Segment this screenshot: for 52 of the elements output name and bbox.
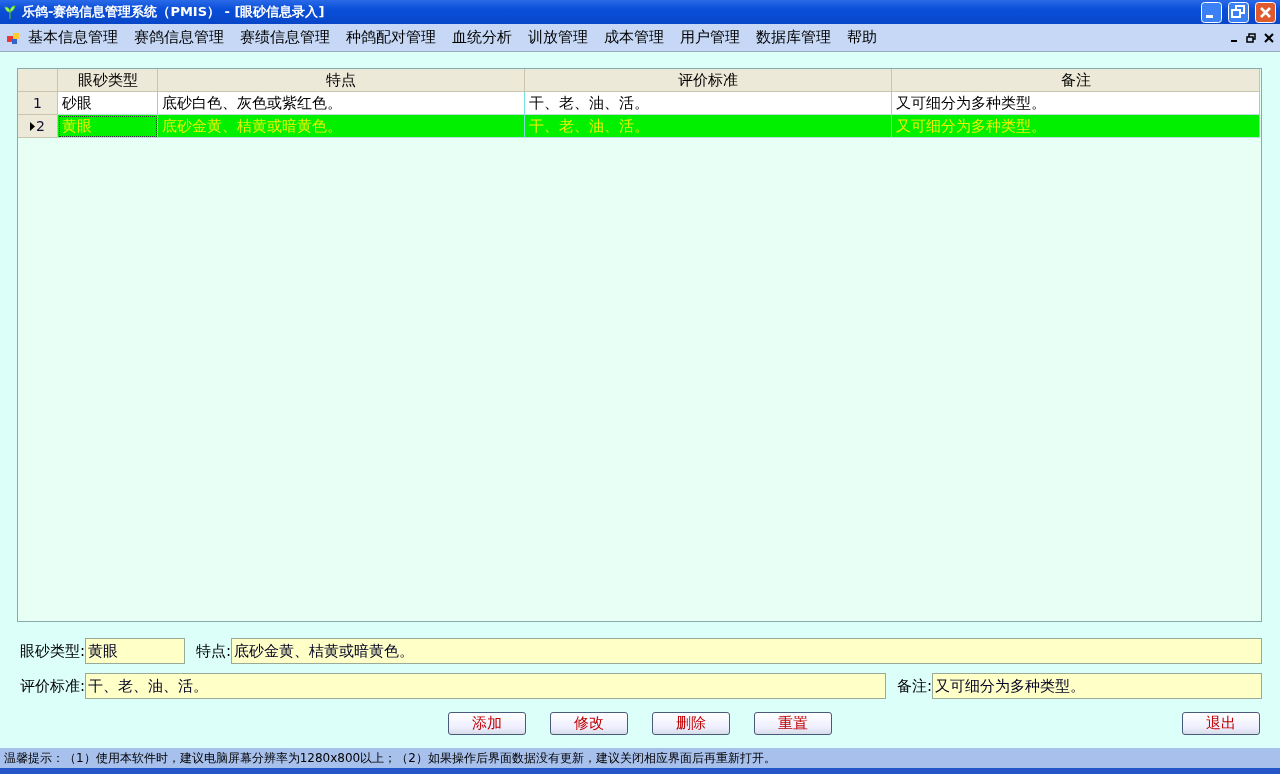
column-header[interactable]: 眼砂类型 — [58, 69, 158, 92]
column-header[interactable]: 特点 — [158, 69, 525, 92]
current-row-icon — [30, 121, 36, 131]
table-cell: 底砂金黄、桔黄或暗黄色。 — [158, 115, 525, 138]
table-cell: 又可细分为多种类型。 — [892, 115, 1260, 138]
column-header[interactable]: 备注 — [892, 69, 1260, 92]
menu-item[interactable]: 赛鸽信息管理 — [126, 28, 232, 47]
table-cell: 又可细分为多种类型。 — [892, 92, 1260, 115]
table-cell: 干、老、油、活。 — [525, 92, 892, 115]
input-field[interactable]: 黄眼 — [85, 638, 186, 664]
table-cell: 底砂白色、灰色或紫红色。 — [158, 92, 525, 115]
column-header[interactable]: 评价标准 — [525, 69, 892, 92]
table-row[interactable]: 2 黄眼 底砂金黄、桔黄或暗黄色。 干、老、油、活。 又可细分为多种类型。 — [18, 115, 1261, 138]
table-row[interactable]: 1 砂眼 底砂白色、灰色或紫红色。 干、老、油、活。 又可细分为多种类型。 — [18, 92, 1261, 115]
window-title: 乐鸽-赛鸽信息管理系统（PMIS） - [眼砂信息录入] — [22, 3, 326, 21]
action-button[interactable]: 重置 — [754, 712, 832, 735]
menu-item[interactable]: 血统分析 — [444, 28, 520, 47]
menu-item[interactable]: 赛绩信息管理 — [232, 28, 338, 47]
action-button[interactable]: 修改 — [550, 712, 628, 735]
action-button[interactable]: 退出 — [1182, 712, 1260, 735]
table-cell: 黄眼 — [58, 115, 158, 138]
row-number: 2 — [36, 118, 45, 134]
input-field[interactable]: 干、老、油、活。 — [85, 673, 886, 699]
row-number: 1 — [33, 95, 42, 111]
restore-button[interactable] — [1228, 1, 1249, 23]
menu-item[interactable]: 基本信息管理 — [20, 28, 126, 47]
leaf-icon — [4, 5, 16, 19]
row-header[interactable]: 2 — [18, 115, 58, 138]
close-icon[interactable] — [1264, 32, 1274, 43]
header-corner — [18, 69, 58, 92]
app-icon — [6, 30, 20, 45]
menu-item[interactable]: 成本管理 — [596, 28, 672, 47]
field-label: 特点: — [195, 641, 232, 661]
table-cell: 砂眼 — [58, 92, 158, 115]
menu-item[interactable]: 种鸽配对管理 — [338, 28, 444, 47]
status-text: 温馨提示：（1）使用本软件时，建议电脑屏幕分辨率为1280x800以上；（2）如果操作后界面数据没有更新，建议关闭相应界面后再重新打开。 — [4, 749, 776, 767]
action-button[interactable]: 删除 — [652, 712, 730, 735]
row-header[interactable]: 1 — [18, 92, 58, 115]
field-label: 评价标准: — [19, 676, 86, 696]
table-cell: 干、老、油、活。 — [525, 115, 892, 138]
input-field[interactable]: 又可细分为多种类型。 — [932, 673, 1262, 699]
menu-item[interactable]: 数据库管理 — [748, 28, 839, 47]
field-label: 眼砂类型: — [19, 641, 86, 661]
restore-icon[interactable] — [1246, 32, 1256, 43]
close-button[interactable] — [1255, 1, 1276, 23]
menu-item[interactable]: 训放管理 — [520, 28, 596, 47]
action-button[interactable]: 添加 — [448, 712, 526, 735]
minimize-button[interactable] — [1201, 1, 1222, 23]
menu-item[interactable]: 帮助 — [839, 28, 885, 47]
menu-item[interactable]: 用户管理 — [672, 28, 748, 47]
field-label: 备注: — [895, 676, 932, 696]
input-field[interactable]: 底砂金黄、桔黄或暗黄色。 — [231, 638, 1262, 664]
